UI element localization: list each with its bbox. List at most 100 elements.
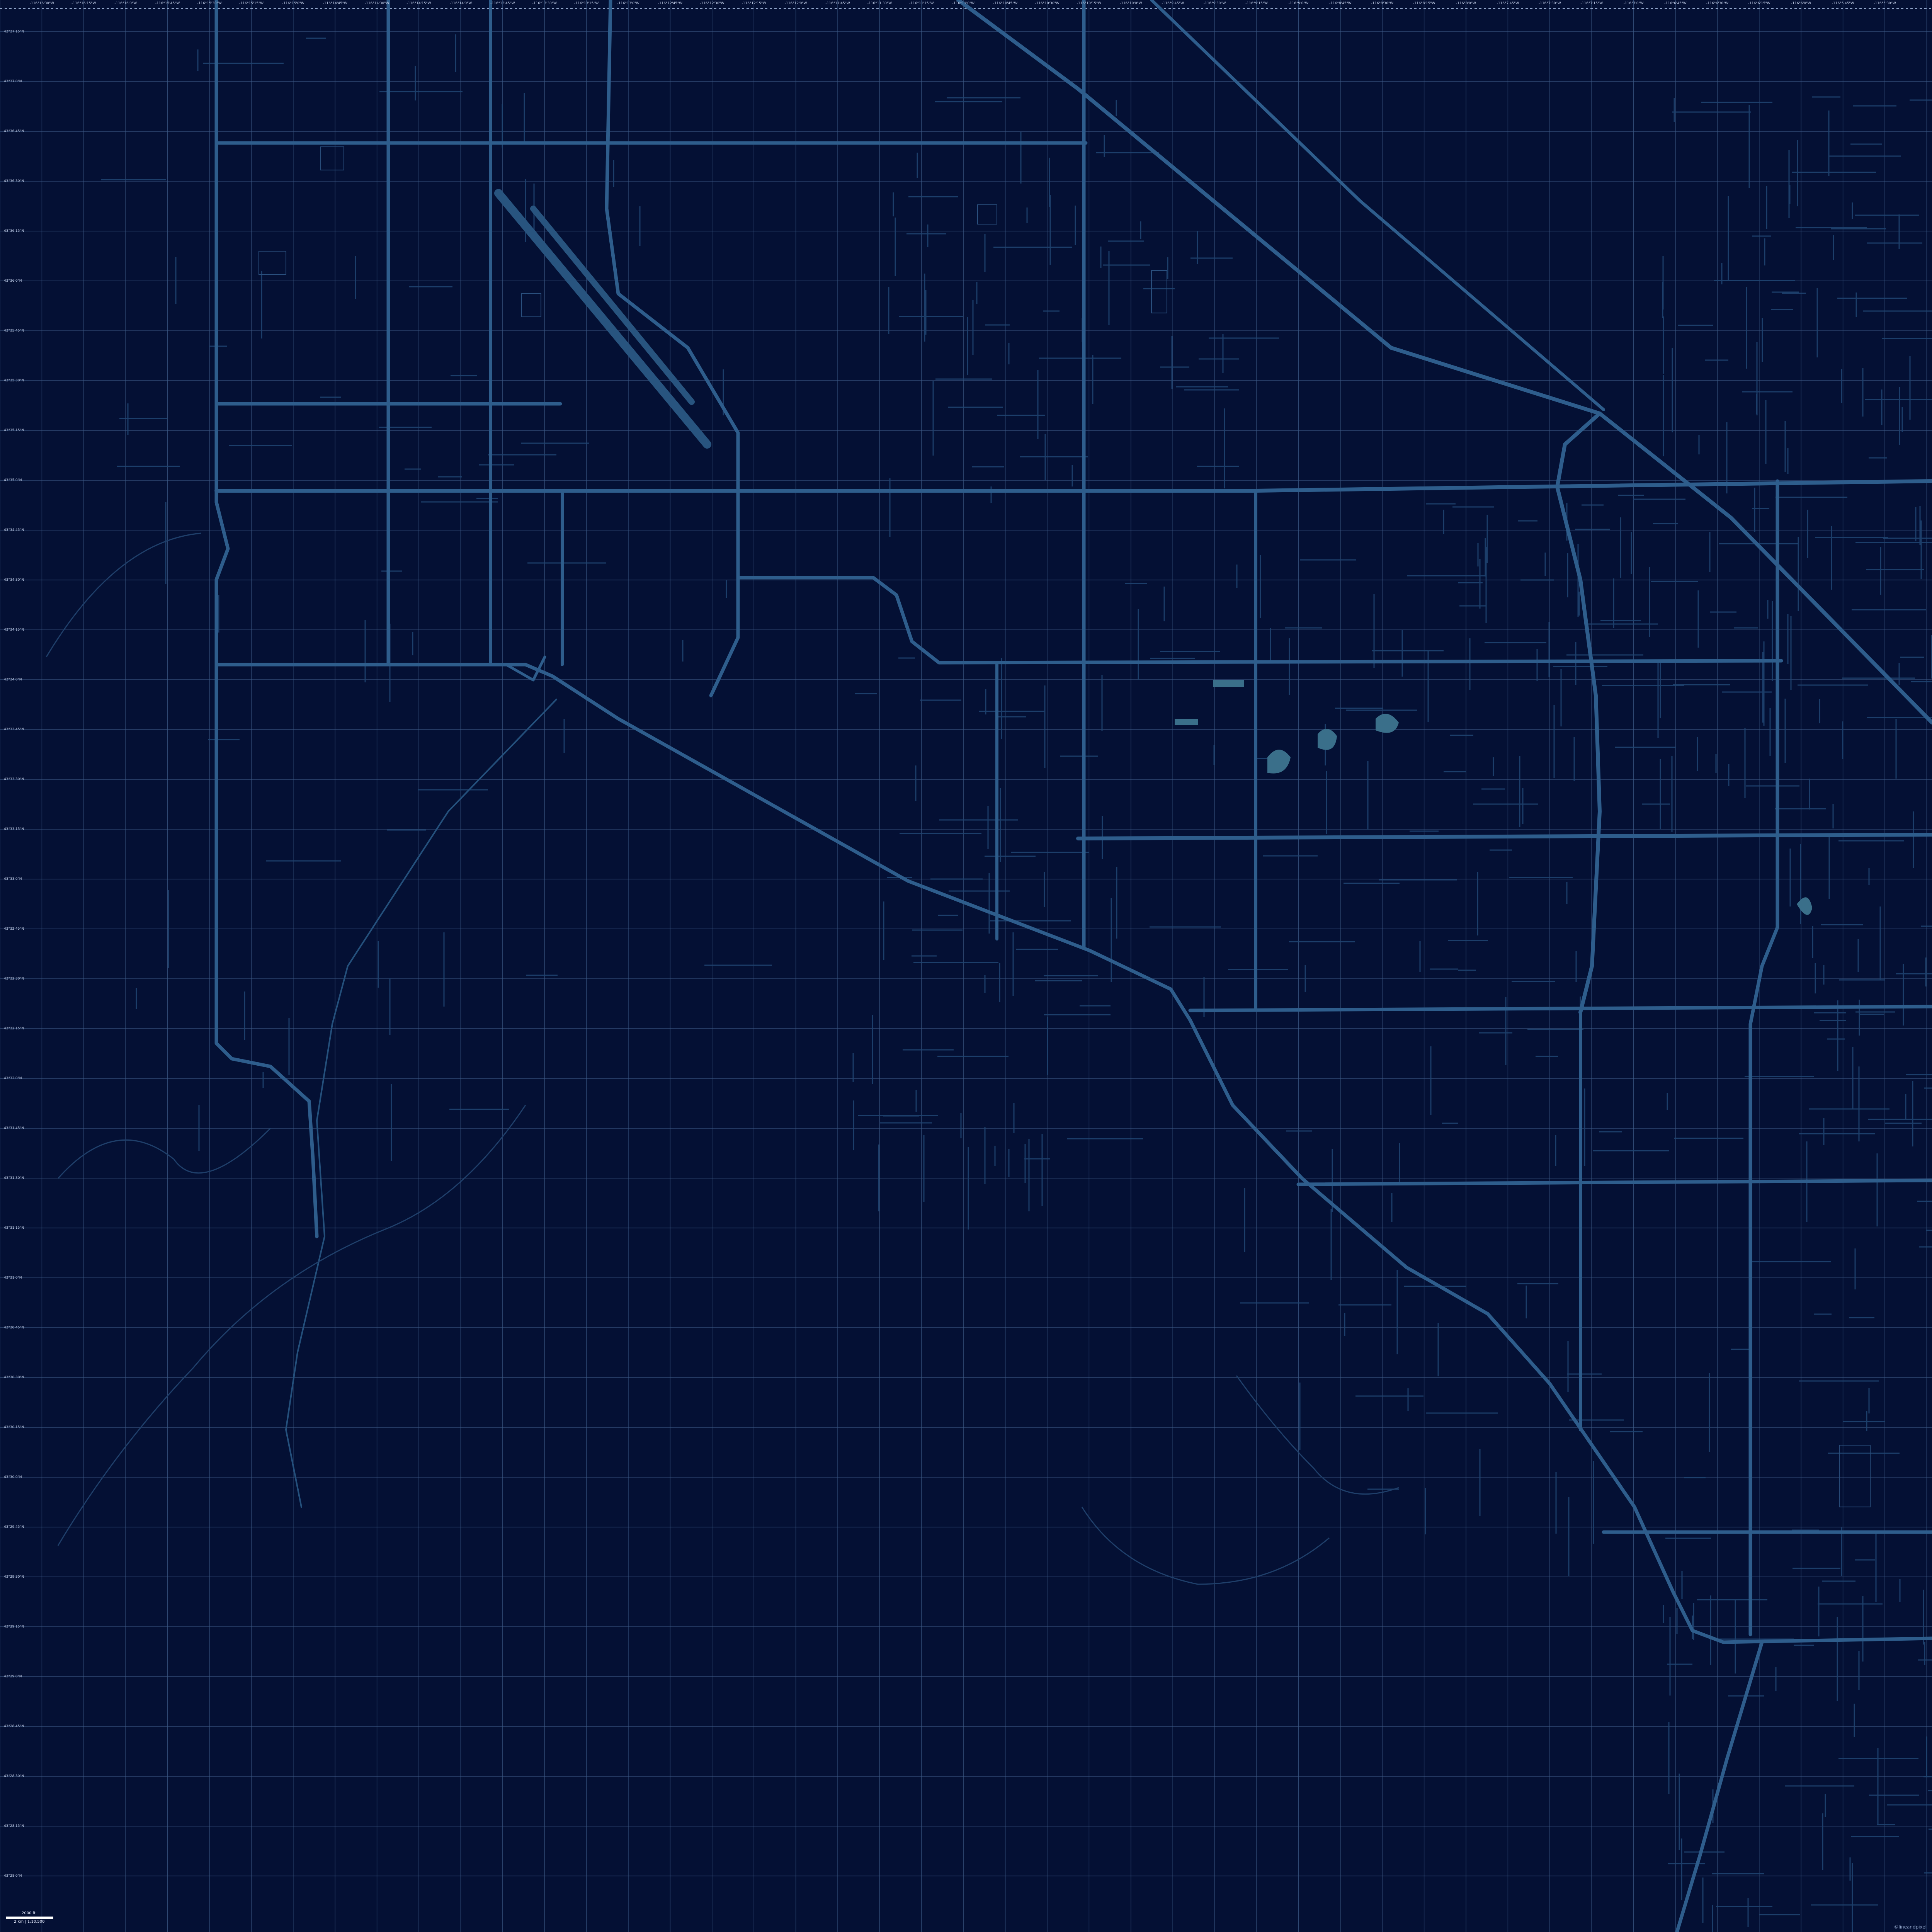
longitude-tick-label: -116°15'0"W [282,2,304,5]
latitude-tick-label: 43°35'30"N [4,379,24,383]
longitude-tick-label: -116°10'45"W [993,2,1018,5]
latitude-tick-label: 43°28'45"N [4,1725,24,1728]
longitude-tick-label: -116°13'45"W [490,2,515,5]
latitude-tick-label: 43°28'15"N [4,1824,24,1828]
latitude-tick-label: 43°33'45"N [4,728,24,731]
latitude-tick-label: 43°37'15"N [4,30,24,34]
coordinate-grid [0,0,1932,1932]
longitude-tick-label: -116°15'15"W [239,2,264,5]
latitude-tick-label: 43°30'45"N [4,1326,24,1330]
longitude-tick-label: -116°8'45"W [1329,2,1352,5]
arterial-road [505,655,546,682]
longitude-tick-label: -116°10'0"W [1119,2,1142,5]
longitude-tick-label: -116°9'30"W [1203,2,1226,5]
major-road-network [214,0,1932,1932]
latitude-tick-label: 43°32'0"N [4,1077,22,1080]
latitude-tick-label: 43°28'0"N [4,1874,22,1878]
creek-network [46,532,1399,1585]
latitude-tick-label: 43°31'0"N [4,1276,22,1280]
longitude-tick-label: -116°16'0"W [114,2,137,5]
latitude-tick-label: 43°33'30"N [4,777,24,781]
water-features [1175,680,1812,915]
landuse-blocks [259,146,1871,1507]
longitude-tick-label: -116°12'30"W [700,2,724,5]
latitude-tick-label: 43°31'30"N [4,1176,24,1180]
longitude-tick-label: -116°11'45"W [825,2,850,5]
pond [1797,897,1812,915]
map-attribution[interactable]: ©lineandpixel [1894,1924,1927,1930]
longitude-tick-label: -116°14'30"W [364,2,389,5]
longitude-tick-label: -116°12'0"W [784,2,807,5]
longitude-tick-label: -116°9'15"W [1245,2,1268,5]
longitude-tick-label: -116°9'45"W [1162,2,1184,5]
longitude-tick-label: -116°6'30"W [1706,2,1729,5]
latitude-tick-label: 43°32'30"N [4,977,24,981]
arterial-road [1675,1640,1764,1932]
map-svg[interactable] [0,0,1932,1932]
arterial-road [214,0,319,1238]
latitude-tick-label: 43°36'15"N [4,229,24,233]
longitude-tick-label: -116°6'0"W [1791,2,1811,5]
latitude-tick-label: 43°33'0"N [4,877,22,881]
arterial-road [214,479,1932,493]
longitude-tick-label: -116°14'0"W [449,2,472,5]
scale-bar: 2000 ft 2 km | 1:10,500 [6,1911,53,1924]
pond [1175,719,1198,725]
longitude-tick-label: -116°7'0"W [1623,2,1644,5]
latitude-tick-label: 43°35'0"N [4,478,22,482]
latitude-tick-label: 43°34'45"N [4,528,24,532]
longitude-tick-label: -116°11'0"W [952,2,975,5]
arterial-road [1188,1005,1932,1012]
latitude-tick-label: 43°29'45"N [4,1525,24,1529]
latitude-tick-label: 43°34'15"N [4,628,24,632]
longitude-tick-label: -116°13'15"W [574,2,599,5]
longitude-tick-label: -116°16'15"W [71,2,96,5]
pond [1318,729,1337,750]
longitude-tick-label: -116°13'0"W [617,2,639,5]
longitude-tick-label: -116°6'45"W [1664,2,1687,5]
longitude-tick-label: -116°9'0"W [1288,2,1309,5]
latitude-tick-label: 43°29'0"N [4,1675,22,1679]
minor-road-network [101,34,1932,1932]
highway-road [1555,412,1602,1014]
pond [1267,750,1291,774]
map-canvas[interactable]: -116°16'30"W -116°16'15"W -116°16'0"W -116°… [0,0,1932,1932]
latitude-tick-label: 43°28'30"N [4,1774,24,1778]
railroad-line [285,699,557,1508]
pond [1213,680,1244,687]
longitude-tick-label: -116°11'15"W [909,2,934,5]
latitude-tick-label: 43°29'30"N [4,1575,24,1579]
arterial-road [1076,833,1932,840]
latitude-tick-label: 43°30'30"N [4,1376,24,1379]
latitude-tick-label: 43°31'45"N [4,1126,24,1130]
latitude-tick-label: 43°32'15"N [4,1027,24,1031]
longitude-tick-label: -116°10'30"W [1035,2,1060,5]
longitude-tick-label: -116°7'45"W [1497,2,1519,5]
latitude-tick-label: 43°33'15"N [4,827,24,831]
longitude-tick-label: -116°8'0"W [1456,2,1476,5]
longitude-tick-label: -116°7'15"W [1580,2,1603,5]
pond [1376,714,1399,733]
longitude-tick-label: -116°6'15"W [1748,2,1770,5]
longitude-tick-label: -116°14'45"W [323,2,347,5]
longitude-tick-label: -116°5'45"W [1832,2,1854,5]
scale-bottom-label: 2 km | 1:10,500 [14,1920,45,1924]
latitude-tick-label: 43°35'15"N [4,429,24,432]
latitude-tick-label: 43°30'0"N [4,1475,22,1479]
latitude-tick-label: 43°30'15"N [4,1425,24,1429]
longitude-tick-label: -116°11'30"W [867,2,892,5]
longitude-tick-label: -116°7'30"W [1538,2,1561,5]
latitude-tick-label: 43°36'30"N [4,179,24,183]
runway [530,206,695,405]
arterial-road [1296,1179,1932,1186]
longitude-tick-label: -116°15'45"W [155,2,180,5]
longitude-tick-label: -116°8'30"W [1371,2,1393,5]
latitude-tick-label: 43°31'15"N [4,1226,24,1230]
longitude-tick-label: -116°10'15"W [1077,2,1102,5]
longitude-tick-label: -116°12'45"W [658,2,683,5]
longitude-tick-label: -116°8'15"W [1413,2,1435,5]
latitude-tick-label: 43°36'45"N [4,129,24,133]
scale-bar-line [6,1917,53,1919]
scale-top-label: 2000 ft [22,1911,36,1915]
arterial-road [214,663,1932,1644]
